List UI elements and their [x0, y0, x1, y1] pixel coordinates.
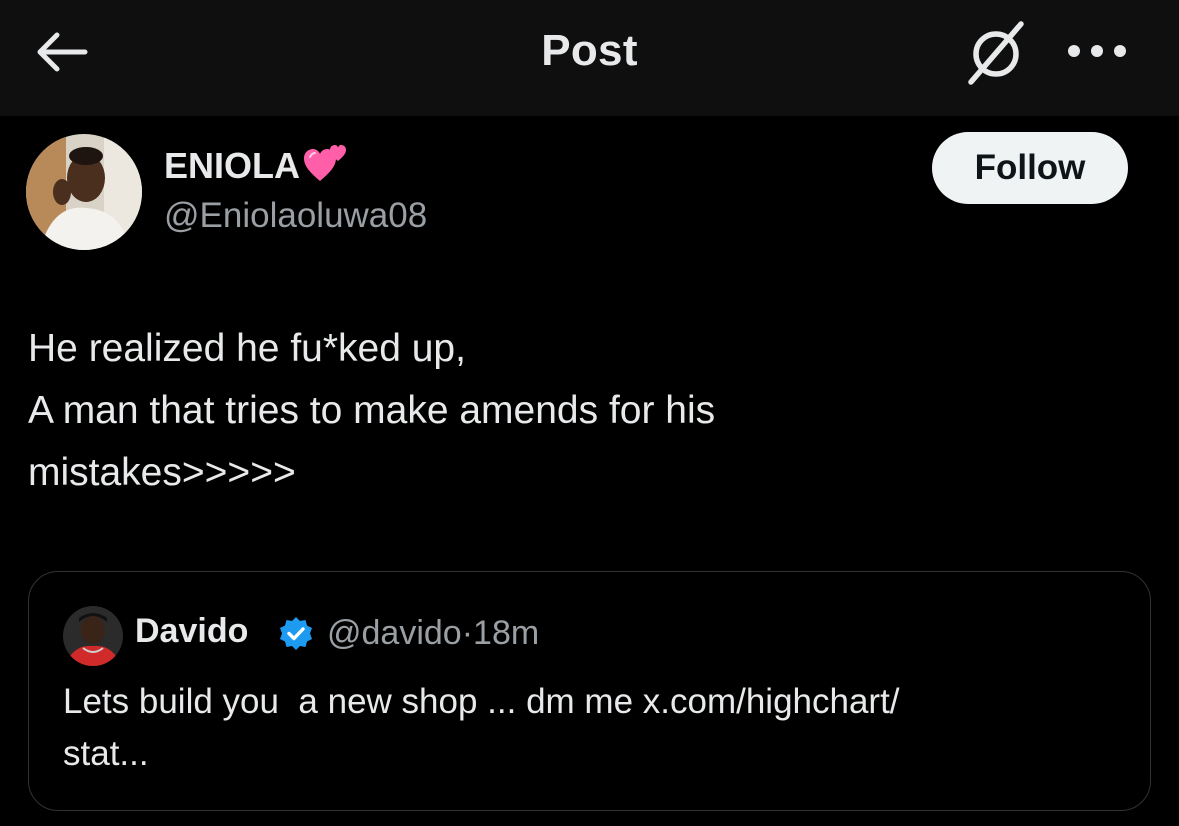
post-text-line: He realized he fu*ked up,: [28, 327, 466, 370]
author-name-text: ENIOLA: [164, 145, 301, 186]
quoted-post-meta: @davido·18m: [327, 614, 539, 653]
follow-button[interactable]: Follow: [932, 132, 1128, 204]
author-display-name[interactable]: ENIOLA: [164, 145, 350, 187]
quoted-text-line: stat...: [63, 734, 149, 773]
post-timestamp: 18m: [473, 614, 540, 652]
two-hearts-icon: [302, 139, 350, 183]
quoted-author-name[interactable]: Davido: [135, 612, 248, 651]
meta-separator: ·: [461, 614, 474, 652]
quoted-author-avatar[interactable]: [63, 606, 123, 666]
header-bar: Post: [0, 0, 1179, 116]
profile-photo: [63, 606, 123, 666]
post-text: He realized he fu*ked up, A man that tri…: [28, 318, 1148, 504]
more-options-button[interactable]: [1062, 28, 1132, 74]
grok-button[interactable]: [960, 18, 1032, 88]
quoted-post-text: Lets build you a new shop ... dm me x.co…: [63, 676, 1123, 780]
quoted-author-handle[interactable]: @davido: [327, 614, 462, 652]
post-text-line: A man that tries to make amends for his: [28, 389, 716, 432]
post-text-line: mistakes>>>>>: [28, 451, 296, 494]
more-horizontal-icon: [1068, 45, 1126, 57]
quoted-post-card[interactable]: Davido @davido·18m Lets build you a new …: [28, 571, 1151, 811]
quoted-text-line: Lets build you a new shop ... dm me x.co…: [63, 682, 900, 721]
author-avatar[interactable]: [26, 134, 142, 250]
grok-icon: [968, 21, 1024, 85]
author-handle[interactable]: @Eniolaoluwa08: [164, 196, 427, 236]
profile-photo: [26, 134, 142, 250]
verified-badge-icon: [277, 615, 315, 653]
